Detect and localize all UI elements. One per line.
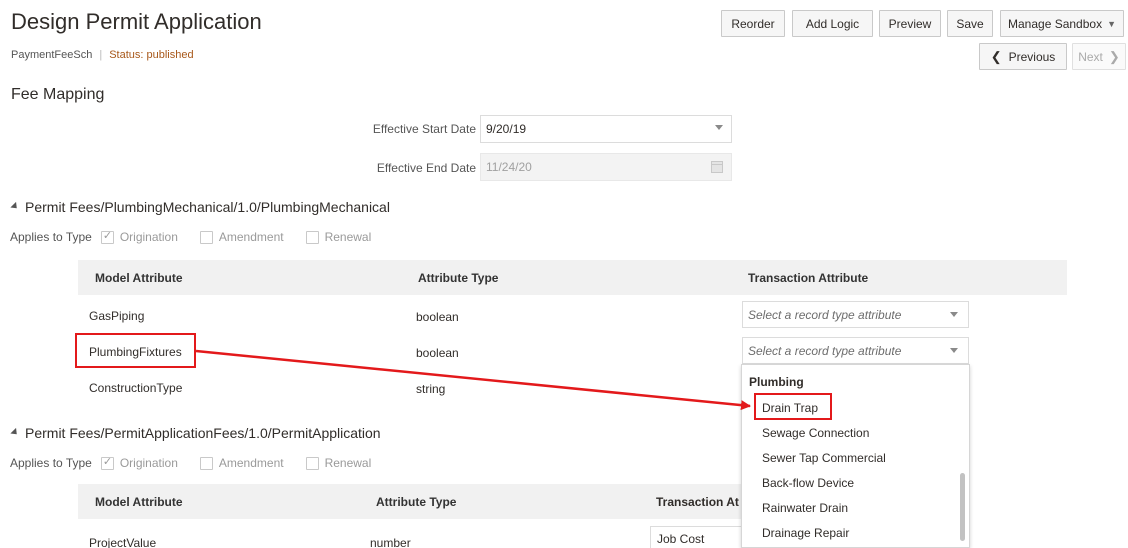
model-attribute-cell: GasPiping (89, 309, 145, 323)
amendment-label: Amendment (218, 230, 284, 244)
next-button[interactable]: Next ❯ (1072, 43, 1126, 70)
amendment-checkbox[interactable] (199, 230, 213, 244)
chevron-left-icon: ❮ (990, 48, 1002, 64)
column-header-type: Attribute Type (418, 271, 499, 285)
collapse-triangle-icon[interactable] (10, 201, 20, 211)
previous-label: Previous (1008, 49, 1056, 64)
page-title: Design Permit Application (11, 9, 262, 34)
group-title-plumbing[interactable]: Permit Fees/PlumbingMechanical/1.0/Plumb… (10, 199, 390, 215)
attribute-type-cell: boolean (416, 346, 459, 360)
dropdown-option[interactable]: Back-flow Device (762, 476, 854, 490)
applies-to-type: Applies to Type Origination Amendment Re… (10, 229, 393, 245)
column-header-model: Model Attribute (95, 495, 183, 509)
page-subtitle: PaymentFeeSch | Status: published (11, 49, 194, 61)
transaction-attribute-select[interactable]: Select a record type attribute (742, 337, 969, 364)
column-header-type: Attribute Type (376, 495, 457, 509)
column-header-transaction: Transaction Attribute (748, 271, 869, 285)
amendment-label: Amendment (218, 456, 284, 470)
dropdown-option[interactable]: Drainage Repair (762, 526, 849, 540)
amendment-checkbox[interactable] (199, 456, 213, 470)
save-button[interactable]: Save (947, 10, 993, 37)
page-code: PaymentFeeSch (11, 49, 93, 61)
reorder-label: Reorder (731, 16, 775, 31)
origination-label: Origination (119, 456, 178, 470)
transaction-attribute-dropdown[interactable]: Plumbing Drain Trap Sewage Connection Se… (741, 364, 970, 548)
transaction-attribute-select[interactable]: Select a record type attribute (742, 301, 969, 328)
renewal-label: Renewal (324, 230, 372, 244)
applies-to-type: Applies to Type Origination Amendment Re… (10, 455, 393, 471)
end-date-field: 11/24/20 (480, 153, 732, 181)
collapse-triangle-icon[interactable] (10, 427, 20, 437)
attribute-type-cell: number (370, 536, 411, 548)
renewal-checkbox[interactable] (305, 456, 319, 470)
chevron-down-icon: ▼ (1107, 18, 1116, 29)
dropdown-option[interactable]: Sewage Connection (762, 426, 869, 440)
model-attribute-cell: ConstructionType (89, 381, 183, 395)
option-group-label: Plumbing (749, 375, 804, 389)
separator: | (99, 49, 103, 61)
renewal-checkbox[interactable] (305, 230, 319, 244)
column-header-transaction: Transaction At (650, 484, 744, 519)
column-header-model: Model Attribute (95, 271, 183, 285)
dropdown-option[interactable]: Rainwater Drain (762, 501, 848, 515)
highlight-box-target (754, 393, 832, 420)
chevron-down-icon (715, 125, 723, 130)
next-label: Next (1078, 49, 1103, 64)
end-date-label: Effective End Date (376, 161, 476, 175)
highlight-box-source (75, 333, 196, 368)
model-attribute-cell: ProjectValue (89, 536, 157, 548)
start-date-select[interactable]: 9/20/19 (480, 115, 732, 143)
table-header (78, 260, 1067, 295)
chevron-right-icon: ❯ (1108, 48, 1120, 64)
add-logic-label: Add Logic (805, 16, 860, 31)
renewal-label: Renewal (324, 456, 372, 470)
dropdown-scrollbar[interactable] (960, 473, 965, 541)
attribute-type-cell: string (416, 382, 446, 396)
dropdown-option[interactable]: Sewer Tap Commercial (762, 451, 886, 465)
transaction-attribute-select[interactable]: Job Cost (650, 526, 744, 548)
chevron-down-icon (950, 348, 958, 353)
preview-label: Preview (888, 16, 932, 31)
select-placeholder: Select a record type attribute (748, 343, 902, 358)
end-date-value: 11/24/20 (486, 160, 532, 174)
attribute-type-cell: boolean (416, 310, 459, 324)
calendar-icon (711, 161, 723, 173)
start-date-label: Effective Start Date (372, 122, 476, 136)
group-title-permit-application[interactable]: Permit Fees/PermitApplicationFees/1.0/Pe… (10, 425, 381, 441)
save-label: Save (956, 16, 984, 31)
preview-button[interactable]: Preview (879, 10, 941, 37)
start-date-value: 9/20/19 (486, 122, 527, 136)
origination-checkbox[interactable] (100, 455, 114, 470)
reorder-button[interactable]: Reorder (721, 10, 785, 37)
group-title-label: Permit Fees/PlumbingMechanical/1.0/Plumb… (25, 199, 390, 215)
chevron-down-icon (950, 312, 958, 317)
applies-label: Applies to Type (10, 230, 92, 244)
origination-checkbox[interactable] (100, 229, 114, 244)
manage-sandbox-label: Manage Sandbox (1008, 16, 1103, 31)
section-heading: Fee Mapping (11, 86, 105, 103)
add-logic-button[interactable]: Add Logic (792, 10, 873, 37)
previous-button[interactable]: ❮ Previous (979, 43, 1067, 70)
manage-sandbox-button[interactable]: Manage Sandbox ▼ (1000, 10, 1124, 37)
origination-label: Origination (119, 230, 178, 244)
select-placeholder: Select a record type attribute (748, 307, 902, 322)
group-title-label: Permit Fees/PermitApplicationFees/1.0/Pe… (25, 425, 381, 441)
applies-label: Applies to Type (10, 456, 92, 470)
status-badge: Status: published (109, 49, 194, 61)
